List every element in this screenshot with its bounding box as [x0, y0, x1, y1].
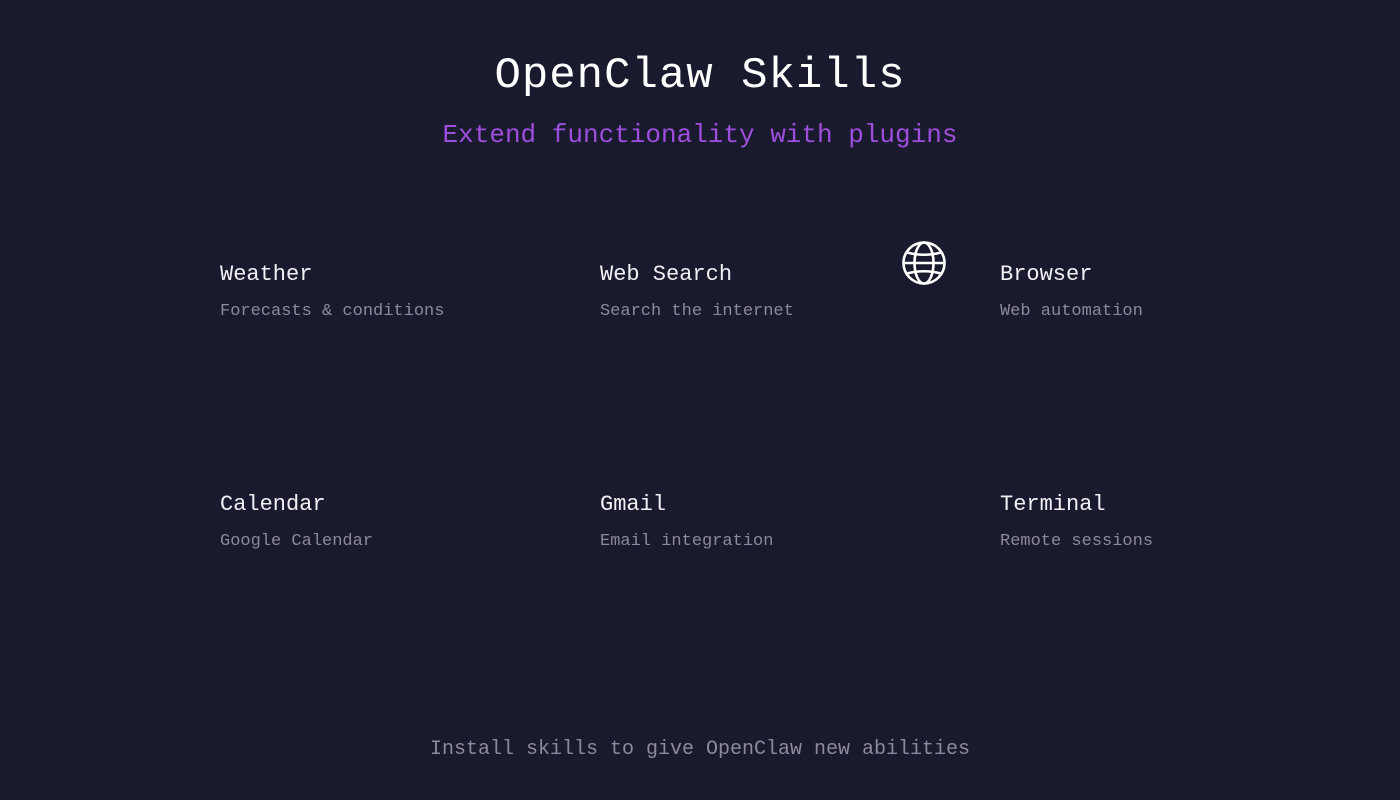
skill-description: Forecasts & conditions	[220, 302, 445, 321]
skill-name: Terminal	[1000, 492, 1106, 517]
skill-description: Email integration	[600, 532, 774, 551]
skill-name: Browser	[1000, 262, 1093, 287]
page-title: OpenClaw Skills	[494, 51, 906, 101]
skill-card-terminal[interactable]: Terminal Remote sessions	[1000, 492, 1320, 602]
skill-card-weather[interactable]: Weather Forecasts & conditions	[220, 262, 540, 372]
skill-card-gmail[interactable]: Gmail Email integration	[600, 492, 920, 602]
skill-description: Remote sessions	[1000, 532, 1154, 551]
skill-name: Calendar	[220, 492, 326, 517]
skill-name: Web Search	[600, 262, 733, 287]
skill-name: Gmail	[600, 492, 667, 517]
skill-description: Web automation	[1000, 302, 1143, 321]
skill-card-browser[interactable]: Browser Web automation	[1000, 262, 1320, 372]
skill-card-calendar[interactable]: Calendar Google Calendar	[220, 492, 540, 602]
footer-text: Install skills to give OpenClaw new abil…	[429, 738, 971, 761]
page-subtitle: Extend functionality with plugins	[442, 120, 958, 150]
skill-name: Weather	[220, 262, 313, 287]
globe-icon	[902, 241, 946, 285]
skill-description: Google Calendar	[220, 532, 374, 551]
skill-card-web-search[interactable]: Web Search Search the internet	[600, 262, 920, 372]
skill-description: Search the internet	[600, 302, 794, 321]
